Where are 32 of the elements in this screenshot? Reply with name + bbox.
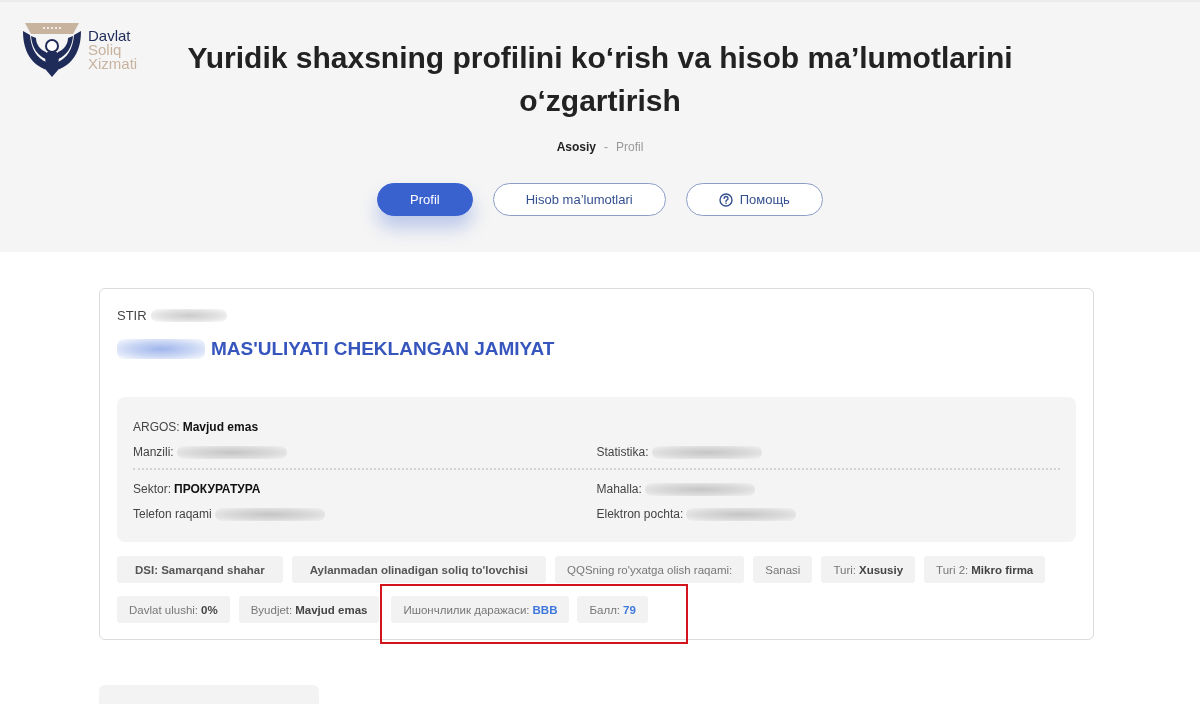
logo-text: Davlat — [88, 29, 132, 43]
info-tag: Turi 2: Mikro firma — [924, 556, 1046, 583]
info-tag: Byudjet: Mavjud emas — [238, 596, 380, 623]
field-value: Mavjud emas — [182, 419, 259, 435]
field-label: Mahalla: — [596, 481, 642, 497]
info-tag: DSI: Samarqand shahar — [117, 556, 283, 583]
breadcrumb-separator: - — [604, 139, 608, 155]
info-tag: Ишончлилик даражаси: BBB — [391, 596, 570, 623]
tab[interactable]: Profil — [377, 183, 473, 216]
info-tag: Sanasi — [753, 556, 813, 583]
field-label: ARGOS: — [133, 419, 180, 435]
info-tag: Turi: Xususiy — [821, 556, 916, 583]
info-tag: Davlat ulushi: 0% — [117, 596, 230, 623]
stir-label: STIR — [117, 307, 147, 323]
page-title: Yuridik shaxsning profilini ko‘rish va hisob ma’lumotlarini o‘zgartirish — [186, 40, 1014, 119]
field-value: ПРОКУРАТУРА — [174, 481, 261, 497]
tab[interactable]: Помощь — [685, 183, 823, 216]
info-tag: QQSning ro'yxatga olish raqami: — [555, 556, 745, 583]
field-label: Sektor: — [133, 481, 171, 497]
info-tag: Балл: 79 — [577, 596, 648, 623]
logo-text: Xizmati — [88, 57, 138, 71]
field-label: Elektron pochta: — [596, 506, 684, 522]
winged-emblem-icon — [22, 22, 82, 78]
field-label: Statistika: — [596, 444, 649, 460]
breadcrumb-link[interactable]: Asosiy — [556, 139, 596, 155]
logo-text: Soliq — [88, 43, 123, 57]
tab[interactable]: Hisob ma’lumotlari — [492, 183, 666, 216]
field-label: Manzili: — [133, 444, 174, 460]
info-tag: Aylanmadan olinadigan soliq to'lovchisi — [291, 556, 547, 583]
company-name: MAS'ULIYATI CHEKLANGAN JAMIYAT — [211, 338, 555, 360]
help-icon — [718, 192, 733, 207]
field-label: Telefon raqami — [133, 506, 212, 522]
